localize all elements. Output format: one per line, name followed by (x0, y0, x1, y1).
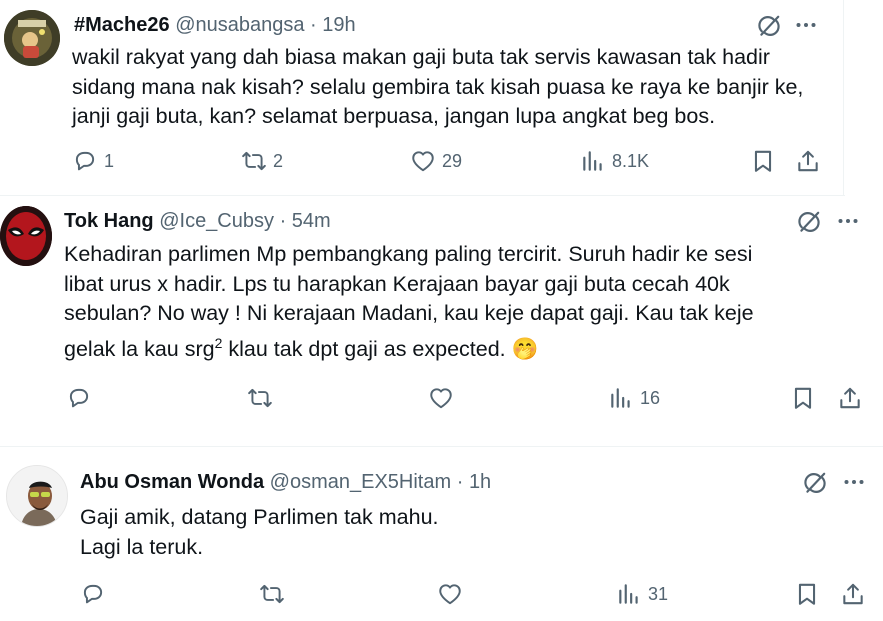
reply-count: 1 (104, 150, 115, 171)
repost-icon (247, 385, 273, 411)
face-with-hand-emoji-icon: 🤭 (511, 336, 539, 361)
like-button[interactable] (428, 385, 460, 411)
tweet-header: Tok Hang @Ice_Cubsy · 54m (64, 210, 331, 233)
reply-icon (66, 385, 92, 411)
tweet-1[interactable]: #Mache26 @nusabangsa · 19h wakil rakyat … (0, 0, 845, 195)
tweet-line: janji gaji buta, kan? selamat berpuasa, … (72, 104, 716, 128)
repost-button[interactable] (259, 581, 291, 607)
reply-button[interactable]: 1 (72, 148, 114, 174)
grok-icon[interactable] (796, 209, 822, 235)
bookmark-icon (750, 148, 776, 174)
user-handle[interactable]: @osman_EX5Hitam (270, 471, 451, 493)
share-button[interactable] (840, 581, 866, 607)
tweet-line: gelak la kau srg2 klau tak dpt gaji as e… (64, 329, 754, 365)
avatar-badge-icon (4, 10, 60, 66)
display-name[interactable]: Tok Hang (64, 210, 154, 232)
column-border (843, 0, 844, 195)
views-count: 16 (640, 387, 661, 408)
views-count: 31 (648, 583, 669, 604)
views-count: 8.1K (612, 150, 650, 171)
timestamp[interactable]: 1h (469, 471, 491, 493)
separator-dot: · (310, 14, 317, 36)
tweet-text: Kehadiran parlimen Mp pembangkang paling… (64, 240, 754, 364)
timestamp[interactable]: 54m (292, 210, 331, 232)
bookmark-button[interactable] (794, 581, 820, 607)
timestamp[interactable]: 19h (322, 14, 355, 36)
avatar[interactable] (4, 10, 60, 66)
avatar[interactable] (0, 206, 52, 266)
more-icon[interactable] (842, 470, 866, 494)
views-icon (580, 148, 606, 174)
views-icon (616, 581, 642, 607)
display-name[interactable]: #Mache26 (74, 14, 170, 36)
avatar[interactable] (6, 465, 68, 527)
user-handle[interactable]: @nusabangsa (175, 14, 304, 36)
bookmark-icon (790, 385, 816, 411)
tweet-line: Kehadiran parlimen Mp pembangkang paling… (64, 242, 753, 266)
like-icon (410, 148, 436, 174)
repost-count: 2 (273, 150, 284, 171)
views-button[interactable]: 8.1K (580, 148, 649, 174)
tweet-2[interactable]: Tok Hang @Ice_Cubsy · 54m Kehadiran parl… (0, 196, 883, 446)
like-icon (437, 581, 463, 607)
more-icon[interactable] (794, 13, 818, 37)
tweet-header: Abu Osman Wonda @osman_EX5Hitam · 1h (80, 471, 491, 494)
like-button[interactable] (437, 581, 469, 607)
share-icon (837, 385, 863, 411)
tweet-header: #Mache26 @nusabangsa · 19h (74, 14, 356, 37)
share-button[interactable] (837, 385, 863, 411)
grok-icon[interactable] (802, 470, 828, 496)
repost-icon (259, 581, 285, 607)
bookmark-icon (794, 581, 820, 607)
reply-icon (80, 581, 106, 607)
views-button[interactable]: 16 (608, 385, 660, 411)
tweet-line: Gaji amik, datang Parlimen tak mahu. (80, 505, 439, 529)
like-icon (428, 385, 454, 411)
grok-icon[interactable] (756, 13, 782, 39)
masked-hero-icon (0, 206, 52, 266)
like-count: 29 (442, 150, 463, 171)
tweet-line: libat urus x hadir. Lps tu harapkan Kera… (64, 271, 730, 296)
share-icon (840, 581, 866, 607)
tweet-line: sidang mana nak kisah? selalu gembira ta… (72, 74, 804, 99)
repost-button[interactable]: 2 (241, 148, 283, 174)
bookmark-button[interactable] (790, 385, 816, 411)
tweet-line: sebulan? No way ! Ni kerajaan Madani, ka… (64, 301, 754, 325)
man-sunglasses-icon (7, 466, 67, 526)
views-button[interactable]: 31 (616, 581, 668, 607)
reply-button[interactable] (80, 581, 112, 607)
tweet-line: Lagi la teruk. (80, 534, 204, 559)
tweet-3[interactable]: Abu Osman Wonda @osman_EX5Hitam · 1h Gaj… (0, 447, 883, 621)
separator-dot: · (279, 210, 287, 232)
like-button[interactable]: 29 (410, 148, 462, 174)
share-icon (795, 148, 821, 174)
tweet-line: wakil rakyat yang dah biasa makan gaji b… (72, 45, 770, 69)
tweet-text: Gaji amik, datang Parlimen tak mahu. Lag… (80, 503, 439, 562)
separator-dot: · (456, 471, 464, 493)
tweet-text: wakil rakyat yang dah biasa makan gaji b… (72, 43, 803, 132)
reply-icon (72, 148, 98, 174)
bookmark-button[interactable] (750, 148, 776, 174)
line-text: gelak la kau srg (64, 336, 215, 361)
repost-icon (241, 148, 267, 174)
reply-button[interactable] (66, 385, 98, 411)
repost-button[interactable] (247, 385, 279, 411)
views-icon (608, 385, 634, 411)
user-handle[interactable]: @Ice_Cubsy (159, 210, 274, 232)
display-name[interactable]: Abu Osman Wonda (80, 471, 264, 493)
more-icon[interactable] (836, 209, 860, 233)
line-text: klau tak dpt gaji as expected. (222, 336, 506, 361)
share-button[interactable] (795, 148, 821, 174)
